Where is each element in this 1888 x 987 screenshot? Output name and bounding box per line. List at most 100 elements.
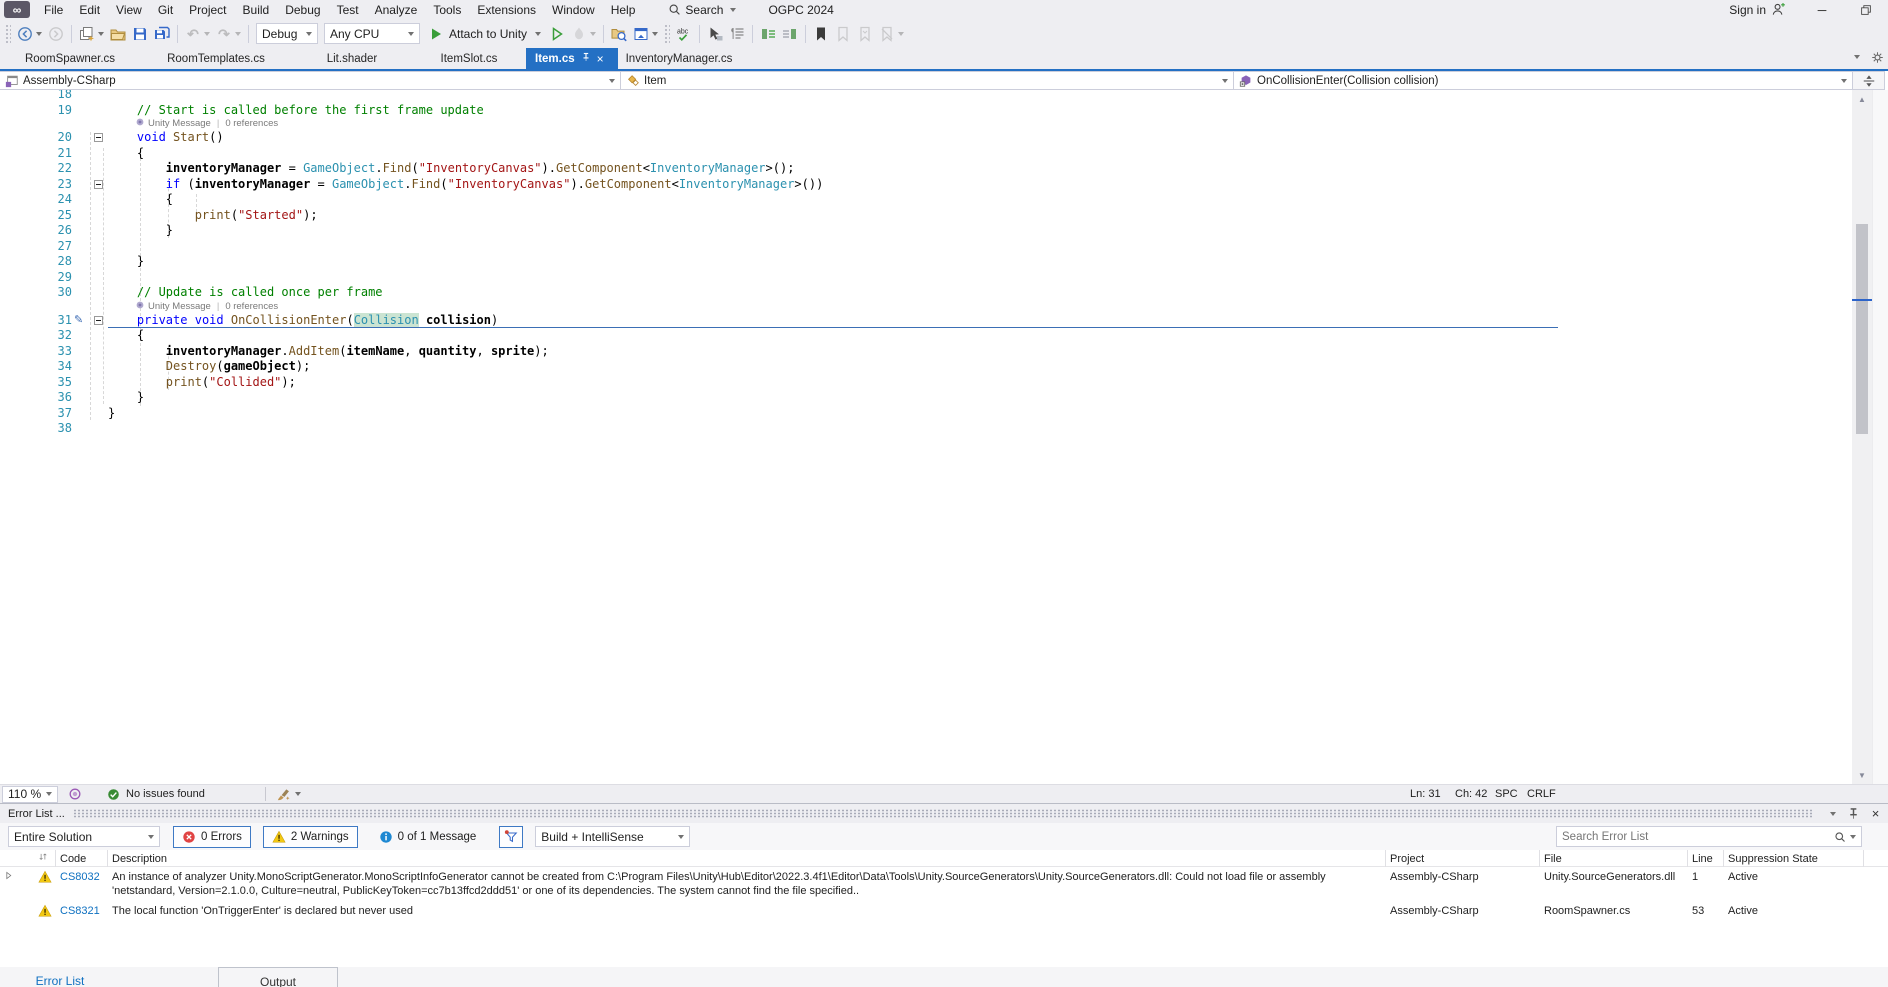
project-dropdown[interactable]: Assembly-CSharp: [0, 71, 621, 90]
bookmark-previous-button[interactable]: [832, 22, 854, 46]
code-line[interactable]: 25 print("Started");: [0, 208, 1842, 224]
codelens-row[interactable]: Unity Message|0 references: [0, 301, 1842, 313]
bookmark-clear-button[interactable]: [876, 22, 907, 46]
tab-itemslot-cs[interactable]: ItemSlot.cs: [412, 48, 526, 69]
open-file-button[interactable]: [107, 22, 129, 46]
window-position-chevron-icon[interactable]: [1822, 806, 1841, 822]
column-suppression-state[interactable]: Suppression State: [1724, 850, 1864, 867]
code-line[interactable]: 36 }: [0, 390, 1842, 406]
column-project[interactable]: Project: [1386, 850, 1540, 867]
start-without-debugging-button[interactable]: [546, 22, 568, 46]
new-project-button[interactable]: [76, 22, 107, 46]
code-line[interactable]: 30 // Update is called once per frame: [0, 285, 1842, 301]
editor-vertical-scrollbar[interactable]: ▲ ▼: [1852, 90, 1872, 784]
code-line[interactable]: 18: [0, 90, 1842, 103]
save-button[interactable]: [129, 22, 151, 46]
scroll-down-arrow-icon[interactable]: ▼: [1852, 768, 1872, 782]
chevron-down-icon[interactable]: [1850, 835, 1856, 839]
scrollbar-thumb[interactable]: [1856, 224, 1868, 434]
errors-filter-button[interactable]: 0 Errors: [173, 826, 251, 848]
search-menu-button[interactable]: Search: [661, 3, 742, 17]
error-row[interactable]: CS8032An instance of analyzer Unity.Mono…: [0, 867, 1888, 901]
attach-to-unity-button[interactable]: Attach to Unity: [423, 22, 546, 46]
code-line[interactable]: 22 inventoryManager = GameObject.Find("I…: [0, 161, 1842, 177]
menu-build[interactable]: Build: [235, 2, 278, 18]
menu-extensions[interactable]: Extensions: [469, 2, 544, 18]
menu-test[interactable]: Test: [329, 2, 367, 18]
undo-button[interactable]: ↶: [182, 22, 213, 46]
code-line[interactable]: 37}: [0, 406, 1842, 422]
tab-error-list[interactable]: Error List: [14, 967, 106, 987]
member-dropdown[interactable]: OnCollisionEnter(Collision collision): [1233, 71, 1853, 90]
menu-analyze[interactable]: Analyze: [367, 2, 426, 18]
format-document-button[interactable]: [726, 22, 748, 46]
severity-sort-icon[interactable]: [38, 852, 48, 865]
warnings-filter-button[interactable]: 2 Warnings: [263, 826, 358, 848]
code-line[interactable]: 24 {: [0, 192, 1842, 208]
navigate-forward-button[interactable]: [45, 22, 67, 46]
menu-file[interactable]: File: [36, 2, 71, 18]
close-icon[interactable]: ×: [597, 52, 604, 66]
tab-item-cs[interactable]: Item.cs×: [526, 48, 618, 69]
code-cleanup-icon[interactable]: [276, 786, 292, 802]
code-line[interactable]: 34 Destroy(gameObject);: [0, 359, 1842, 375]
error-code-link[interactable]: CS8321: [56, 904, 108, 918]
column-code[interactable]: Code: [56, 850, 108, 867]
toolbar-drag-handle[interactable]: [5, 24, 11, 44]
bookmark-next-button[interactable]: [854, 22, 876, 46]
column-description[interactable]: Description: [108, 850, 1386, 867]
ide-window-button[interactable]: [630, 22, 661, 46]
messages-filter-button[interactable]: 0 of 1 Message: [370, 826, 486, 848]
tab-list-chevron-icon[interactable]: [1854, 55, 1860, 59]
fold-collapse-box[interactable]: [94, 316, 103, 325]
save-all-button[interactable]: [151, 22, 173, 46]
codelens-row[interactable]: Unity Message|0 references: [0, 118, 1842, 130]
find-in-files-button[interactable]: [608, 22, 630, 46]
row-expander[interactable]: [0, 870, 34, 884]
code-line[interactable]: 29: [0, 270, 1842, 286]
navigate-backward-button[interactable]: [14, 22, 45, 46]
bookmark-toggle-button[interactable]: [810, 22, 832, 46]
code-line[interactable]: 27: [0, 239, 1842, 255]
comment-selection-button[interactable]: [757, 22, 779, 46]
platform-dropdown[interactable]: Any CPU: [324, 23, 420, 44]
scroll-up-arrow-icon[interactable]: ▲: [1852, 92, 1872, 106]
tab-inventorymanager-cs[interactable]: InventoryManager.cs: [618, 48, 740, 69]
menu-debug[interactable]: Debug: [277, 2, 328, 18]
redo-button[interactable]: ↷: [213, 22, 244, 46]
source-dropdown[interactable]: Build + IntelliSense: [535, 826, 690, 847]
health-status-text[interactable]: No issues found: [126, 788, 205, 800]
close-icon[interactable]: ×: [1866, 806, 1885, 822]
select-tool-button[interactable]: [704, 22, 726, 46]
menu-edit[interactable]: Edit: [71, 2, 108, 18]
gear-icon[interactable]: [1870, 50, 1884, 64]
menu-git[interactable]: Git: [150, 2, 181, 18]
codelens-label[interactable]: Unity Message: [148, 118, 211, 130]
chevron-down-icon[interactable]: [295, 792, 301, 796]
codelens-references[interactable]: 0 references: [225, 301, 278, 313]
menu-view[interactable]: View: [108, 2, 150, 18]
menu-project[interactable]: Project: [181, 2, 234, 18]
tab-roomspawner-cs[interactable]: RoomSpawner.cs: [0, 48, 140, 69]
config-dropdown[interactable]: Debug: [256, 23, 318, 44]
menu-help[interactable]: Help: [603, 2, 644, 18]
tab-lit-shader[interactable]: Lit.shader: [292, 48, 412, 69]
pin-icon[interactable]: [581, 52, 591, 65]
uncomment-selection-button[interactable]: [779, 22, 801, 46]
code-line[interactable]: 33 inventoryManager.AddItem(itemName, qu…: [0, 344, 1842, 360]
code-line[interactable]: 19 // Start is called before the first f…: [0, 103, 1842, 119]
column-file[interactable]: File: [1540, 850, 1688, 867]
fold-collapse-box[interactable]: [94, 180, 103, 189]
menu-tools[interactable]: Tools: [425, 2, 469, 18]
type-dropdown[interactable]: Item: [620, 71, 1234, 90]
code-line[interactable]: 35 print("Collided");: [0, 375, 1842, 391]
filter-button[interactable]: [499, 826, 523, 848]
code-line[interactable]: 31✎ private void OnCollisionEnter(Collis…: [0, 313, 1842, 329]
hot-reload-button[interactable]: [568, 22, 599, 46]
menu-window[interactable]: Window: [544, 2, 603, 18]
error-list-title-bar[interactable]: Error List ... ×: [0, 804, 1888, 823]
error-search-box[interactable]: [1556, 826, 1862, 847]
codelens-references[interactable]: 0 references: [225, 118, 278, 130]
error-search-input[interactable]: [1562, 831, 1833, 843]
column-severity[interactable]: [34, 850, 56, 867]
